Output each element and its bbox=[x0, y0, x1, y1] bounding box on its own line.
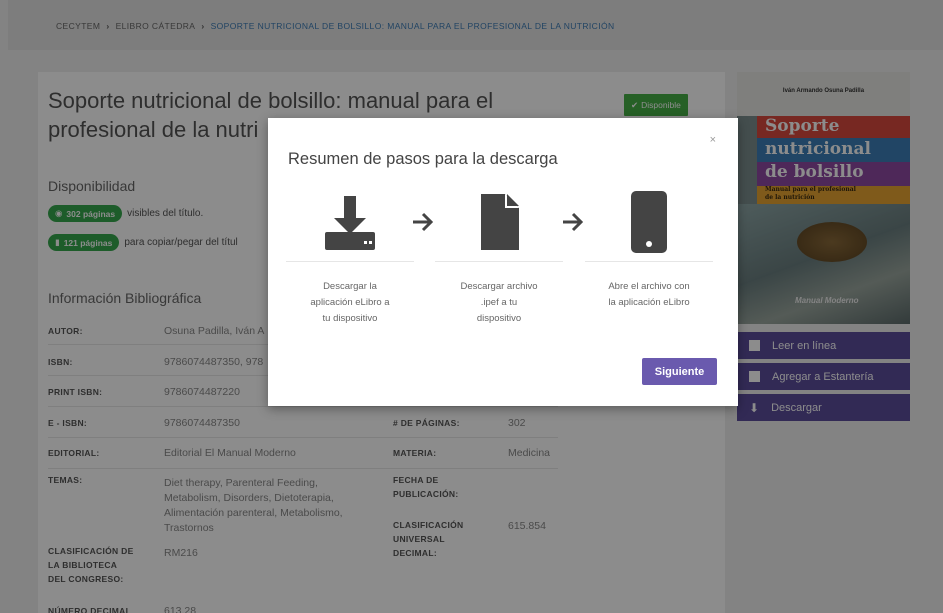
download-app-icon bbox=[286, 182, 414, 262]
file-icon bbox=[435, 182, 563, 262]
step-download-app: Descargar la aplicación eLibro a tu disp… bbox=[286, 182, 414, 327]
arrow-right-icon bbox=[413, 212, 434, 232]
step-3-line: la aplicación eLibro bbox=[608, 297, 690, 308]
close-icon[interactable]: × bbox=[710, 134, 716, 146]
next-button[interactable]: Siguiente bbox=[642, 358, 717, 385]
step-1-text: Descargar la aplicación eLibro a tu disp… bbox=[286, 279, 414, 327]
step-2-line: dispositivo bbox=[476, 313, 522, 324]
step-2-line: .ipef a tu bbox=[480, 297, 518, 308]
step-3-line: Abre el archivo con bbox=[608, 281, 690, 292]
modal-title: Resumen de pasos para la descarga bbox=[288, 150, 558, 168]
step-3-text: Abre el archivo con la aplicación eLibro bbox=[585, 279, 713, 311]
download-steps-modal: × Resumen de pasos para la descarga Desc… bbox=[268, 118, 738, 406]
step-1-line: Descargar la bbox=[323, 281, 377, 292]
step-2-line: Descargar archivo bbox=[460, 281, 538, 292]
step-2-text: Descargar archivo .ipef a tu dispositivo bbox=[435, 279, 563, 327]
step-1-line: aplicación eLibro a bbox=[310, 297, 390, 308]
step-open-file: Abre el archivo con la aplicación eLibro bbox=[585, 182, 713, 311]
step-1-line: tu dispositivo bbox=[322, 313, 378, 324]
mobile-device-icon bbox=[585, 182, 713, 262]
arrow-right-icon bbox=[563, 212, 584, 232]
step-download-file: Descargar archivo .ipef a tu dispositivo bbox=[435, 182, 563, 327]
